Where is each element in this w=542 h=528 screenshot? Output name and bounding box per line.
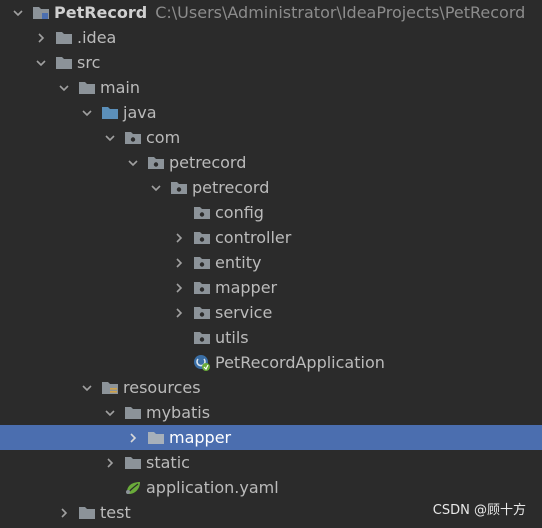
- tree-item-label: mapper: [215, 278, 278, 297]
- resources-folder-icon: [101, 380, 119, 396]
- tree-item-label: src: [77, 53, 101, 72]
- tree-item-config[interactable]: config: [0, 200, 542, 225]
- tree-item-src[interactable]: src: [0, 50, 542, 75]
- tree-item-label: application.yaml: [146, 478, 279, 497]
- tree-item-entity[interactable]: entity: [0, 250, 542, 275]
- tree-item-label: com: [146, 128, 181, 147]
- tree-item-label: main: [100, 78, 140, 97]
- package-icon: [193, 230, 211, 246]
- chevron-down-icon[interactable]: [79, 380, 95, 396]
- tree-item-application-yaml[interactable]: application.yaml: [0, 475, 542, 500]
- tree-item-application-class[interactable]: PetRecordApplication: [0, 350, 542, 375]
- tree-item-label: resources: [123, 378, 201, 397]
- package-icon: [147, 155, 165, 171]
- tree-item-label: mapper: [169, 428, 232, 447]
- package-icon: [193, 280, 211, 296]
- tree-item-label: mybatis: [146, 403, 211, 422]
- tree-item-label: PetRecordApplication: [215, 353, 385, 372]
- chevron-down-icon[interactable]: [10, 5, 26, 21]
- chevron-down-icon[interactable]: [125, 155, 141, 171]
- folder-icon: [55, 30, 73, 46]
- tree-item-label: controller: [215, 228, 292, 247]
- tree-item-petrecord-inner[interactable]: petrecord: [0, 175, 542, 200]
- chevron-down-icon[interactable]: [102, 405, 118, 421]
- project-name: PetRecord: [54, 3, 148, 22]
- chevron-right-icon[interactable]: [171, 305, 187, 321]
- folder-icon: [124, 405, 142, 421]
- tree-item-label: petrecord: [192, 178, 270, 197]
- folder-icon: [78, 505, 96, 521]
- tree-item-idea[interactable]: .idea: [0, 25, 542, 50]
- chevron-right-icon[interactable]: [171, 230, 187, 246]
- chevron-down-icon[interactable]: [33, 55, 49, 71]
- project-path: C:\Users\Administrator\IdeaProjects\PetR…: [155, 3, 526, 22]
- chevron-down-icon[interactable]: [148, 180, 164, 196]
- watermark: CSDN @顾十方: [432, 503, 526, 518]
- module-folder-icon: [32, 5, 50, 21]
- chevron-down-icon[interactable]: [56, 80, 72, 96]
- chevron-down-icon[interactable]: [79, 105, 95, 121]
- tree-item-service[interactable]: service: [0, 300, 542, 325]
- tree-item-label: petrecord: [169, 153, 247, 172]
- package-icon: [193, 205, 211, 221]
- tree-item-com[interactable]: com: [0, 125, 542, 150]
- tree-item-resources[interactable]: resources: [0, 375, 542, 400]
- chevron-right-icon[interactable]: [33, 30, 49, 46]
- source-folder-icon: [101, 105, 119, 121]
- package-icon: [124, 130, 142, 146]
- package-icon: [193, 330, 211, 346]
- chevron-right-icon[interactable]: [56, 505, 72, 521]
- tree-item-main[interactable]: main: [0, 75, 542, 100]
- folder-icon: [124, 455, 142, 471]
- folder-icon: [78, 80, 96, 96]
- spring-boot-class-icon: [193, 354, 211, 371]
- tree-item-mybatis-mapper[interactable]: mapper: [0, 425, 542, 450]
- tree-item-mapper[interactable]: mapper: [0, 275, 542, 300]
- package-icon: [193, 305, 211, 321]
- chevron-right-icon[interactable]: [102, 455, 118, 471]
- tree-item-petrecord[interactable]: petrecord: [0, 150, 542, 175]
- tree-item-static[interactable]: static: [0, 450, 542, 475]
- folder-icon: [147, 430, 165, 446]
- project-tree: PetRecord C:\Users\Administrator\IdeaPro…: [0, 0, 542, 525]
- tree-item-label: test: [100, 503, 131, 522]
- tree-item-label: service: [215, 303, 273, 322]
- tree-item-label: utils: [215, 328, 249, 347]
- tree-item-label: config: [215, 203, 264, 222]
- chevron-right-icon[interactable]: [171, 255, 187, 271]
- tree-item-controller[interactable]: controller: [0, 225, 542, 250]
- yaml-config-icon: [124, 480, 142, 496]
- tree-item-label: java: [123, 103, 157, 122]
- tree-item-mybatis[interactable]: mybatis: [0, 400, 542, 425]
- chevron-right-icon[interactable]: [171, 280, 187, 296]
- chevron-down-icon[interactable]: [102, 130, 118, 146]
- chevron-right-icon[interactable]: [125, 430, 141, 446]
- tree-item-label: entity: [215, 253, 262, 272]
- tree-item-java[interactable]: java: [0, 100, 542, 125]
- package-icon: [193, 255, 211, 271]
- tree-item-label: .idea: [77, 28, 117, 47]
- tree-item-utils[interactable]: utils: [0, 325, 542, 350]
- tree-item-project-root[interactable]: PetRecord C:\Users\Administrator\IdeaPro…: [0, 0, 542, 25]
- tree-item-label: static: [146, 453, 190, 472]
- folder-icon: [55, 55, 73, 71]
- package-icon: [170, 180, 188, 196]
